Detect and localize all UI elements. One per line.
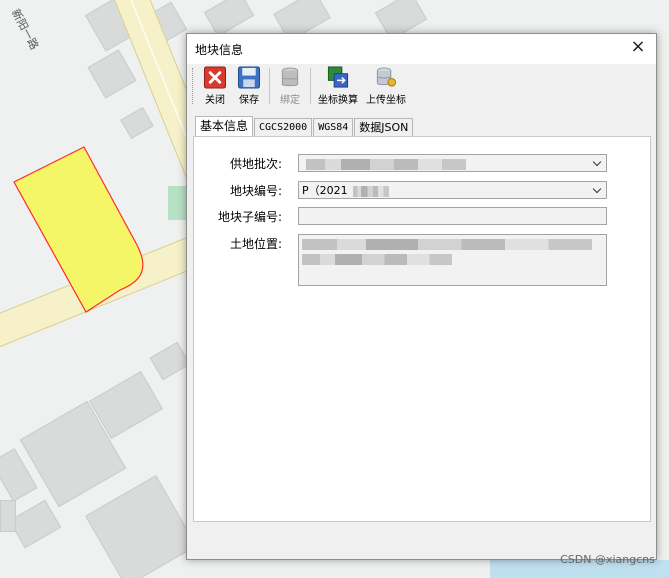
- window-close-button[interactable]: ×: [630, 38, 646, 56]
- tab-basic-info[interactable]: 基本信息: [195, 116, 254, 136]
- dialog-title: 地块信息: [195, 43, 244, 57]
- toolbar-separator: [310, 68, 311, 104]
- save-button-label: 保存: [239, 95, 259, 106]
- tab-wgs84[interactable]: WGS84: [313, 118, 354, 136]
- floppy-save-icon: [237, 66, 261, 89]
- redacted-value: [353, 185, 390, 197]
- bind-button[interactable]: 绑定: [274, 66, 306, 106]
- toolbar-separator: [269, 68, 270, 104]
- coordinate-convert-icon: [327, 66, 349, 88]
- toolbar-grip[interactable]: [192, 68, 195, 104]
- watermark: CSDN @xiangcns: [560, 553, 655, 566]
- database-upload-icon: [376, 67, 397, 87]
- supply-batch-select[interactable]: [298, 154, 607, 172]
- supply-batch-label: 供地批次:: [230, 157, 283, 171]
- coordinate-convert-label: 坐标换算: [318, 95, 358, 106]
- redacted-value: [306, 158, 466, 170]
- close-button[interactable]: 关闭: [199, 66, 231, 106]
- bind-button-label: 绑定: [280, 95, 300, 106]
- parcel-no-value: P（2021: [302, 184, 348, 197]
- location-textarea[interactable]: [298, 234, 607, 286]
- close-button-label: 关闭: [205, 95, 225, 106]
- redacted-value: [302, 238, 592, 250]
- dialog-titlebar[interactable]: 地块信息 ×: [187, 34, 656, 64]
- tab-strip: 基本信息 CGCS2000 WGS84 数据JSON: [195, 116, 414, 136]
- tab-cgcs2000[interactable]: CGCS2000: [254, 118, 313, 136]
- upload-coordinates-button[interactable]: 上传坐标: [363, 66, 409, 106]
- basic-info-panel: 供地批次: 地块编号: P（2021 地块子编号: 土地位置:: [193, 136, 651, 522]
- tab-data-json[interactable]: 数据JSON: [354, 118, 414, 136]
- parcel-no-label: 地块编号:: [230, 184, 283, 198]
- parcel-info-dialog: 地块信息 × 关闭 保存 绑定 坐标换算 上传坐标 基本信息 CGCS2000 …: [186, 33, 657, 560]
- sub-parcel-no-label: 地块子编号:: [218, 210, 283, 224]
- sub-parcel-no-input[interactable]: [298, 207, 607, 225]
- save-button[interactable]: 保存: [233, 66, 265, 106]
- database-bind-icon: [281, 67, 299, 87]
- coordinate-convert-button[interactable]: 坐标换算: [315, 66, 361, 106]
- upload-coordinates-label: 上传坐标: [366, 95, 406, 106]
- location-label: 土地位置:: [230, 237, 283, 251]
- close-red-icon: [203, 66, 227, 89]
- toolbar: 关闭 保存 绑定 坐标换算 上传坐标: [192, 66, 411, 106]
- redacted-value: [302, 253, 452, 265]
- parcel-no-select[interactable]: P（2021: [298, 181, 607, 199]
